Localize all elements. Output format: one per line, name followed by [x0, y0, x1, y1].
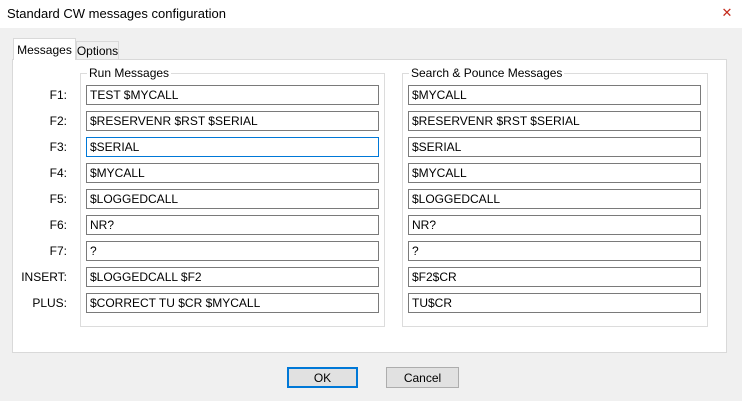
window-title: Standard CW messages configuration	[7, 6, 226, 21]
close-icon[interactable]: ✕	[718, 4, 736, 22]
key-label-plus: PLUS:	[32, 296, 67, 310]
key-label-f1: F1:	[49, 88, 67, 102]
cancel-button[interactable]: Cancel	[386, 367, 459, 388]
sp-field-f1[interactable]	[408, 85, 701, 105]
key-label-f5: F5:	[49, 192, 67, 206]
key-label-f7: F7:	[49, 244, 67, 258]
key-label-f2: F2:	[49, 114, 67, 128]
run-field-f7[interactable]	[86, 241, 379, 261]
sp-field-f5[interactable]	[408, 189, 701, 209]
ok-button[interactable]: OK	[287, 367, 358, 388]
run-field-f3[interactable]	[86, 137, 379, 157]
sp-field-f2[interactable]	[408, 111, 701, 131]
tab-messages[interactable]: Messages	[13, 38, 76, 60]
key-label-f3: F3:	[49, 140, 67, 154]
sp-field-f6[interactable]	[408, 215, 701, 235]
title-bar: Standard CW messages configuration ✕	[0, 0, 742, 28]
run-field-f1[interactable]	[86, 85, 379, 105]
run-field-f6[interactable]	[86, 215, 379, 235]
run-field-f4[interactable]	[86, 163, 379, 183]
sp-field-f4[interactable]	[408, 163, 701, 183]
run-field-insert[interactable]	[86, 267, 379, 287]
run-field-f5[interactable]	[86, 189, 379, 209]
sp-field-insert[interactable]	[408, 267, 701, 287]
key-label-f4: F4:	[49, 166, 67, 180]
run-field-plus[interactable]	[86, 293, 379, 313]
sp-messages-title: Search & Pounce Messages	[409, 66, 565, 80]
key-label-insert: INSERT:	[21, 270, 67, 284]
run-field-f2[interactable]	[86, 111, 379, 131]
run-messages-title: Run Messages	[87, 66, 172, 80]
sp-field-plus[interactable]	[408, 293, 701, 313]
key-label-f6: F6:	[49, 218, 67, 232]
sp-field-f7[interactable]	[408, 241, 701, 261]
sp-field-f3[interactable]	[408, 137, 701, 157]
tab-options[interactable]: Options	[76, 41, 119, 60]
